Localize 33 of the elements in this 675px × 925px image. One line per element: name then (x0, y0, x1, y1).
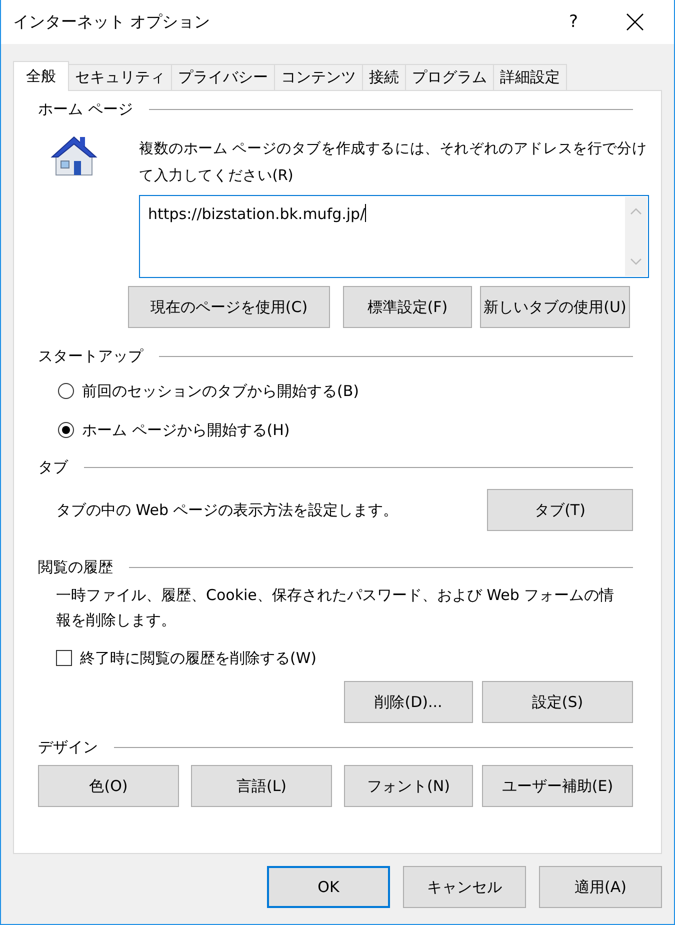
dialog-button[interactable]: キャンセル (403, 866, 526, 908)
action-button[interactable]: 現在のページを使用(C) (128, 286, 330, 328)
radio-label[interactable]: ホーム ページから開始する(H) (82, 420, 290, 440)
action-button[interactable]: 標準設定(F) (343, 286, 472, 328)
action-button[interactable]: 削除(D)... (344, 681, 473, 723)
checkbox-label[interactable]: 終了時に閲覧の履歴を削除する(W) (80, 648, 317, 668)
window-title: インターネット オプション (13, 12, 212, 32)
action-button[interactable]: ユーザー補助(E) (482, 765, 633, 807)
dialog-button[interactable]: OK (267, 866, 390, 908)
close-icon[interactable] (626, 13, 644, 31)
url-field[interactable]: https://bizstation.bk.mufg.jp/ (139, 195, 649, 278)
section-title: 閲覧の履歴 (38, 558, 113, 576)
tab[interactable]: 全般 (13, 61, 69, 91)
radio-button[interactable] (58, 383, 74, 399)
action-button[interactable]: 設定(S) (482, 681, 633, 723)
action-button[interactable]: フォント(N) (344, 765, 473, 807)
section-title: ホーム ページ (38, 100, 133, 118)
section-title: スタートアップ (38, 346, 143, 366)
section-title: タブ (38, 458, 68, 476)
tab[interactable]: 詳細設定 (493, 64, 567, 90)
description-text: 一時ファイル、履歴、Cookie、保存されたパスワード、および Web フォームの情報を削除します。 (56, 585, 616, 631)
help-button[interactable]: ? (568, 12, 578, 32)
section-title: デザイン (38, 738, 98, 756)
checkbox[interactable] (56, 650, 72, 666)
description-text: タブの中の Web ページの表示方法を設定します。 (56, 500, 398, 520)
action-button[interactable]: 言語(L) (191, 765, 332, 807)
radio-button[interactable] (58, 422, 74, 438)
dialog-button[interactable]: 適用(A) (539, 866, 662, 908)
radio-label[interactable]: 前回のセッションのタブから開始する(B) (82, 382, 359, 400)
instruction-text: 複数のホーム ページのタブを作成するには、それぞれのアドレスを行で分けて入力してください(R) (139, 139, 648, 186)
action-button[interactable]: 色(O) (38, 765, 179, 807)
action-button[interactable]: 新しいタブの使用(U) (480, 286, 630, 328)
tabs-button[interactable]: タブ(T) (487, 489, 633, 531)
